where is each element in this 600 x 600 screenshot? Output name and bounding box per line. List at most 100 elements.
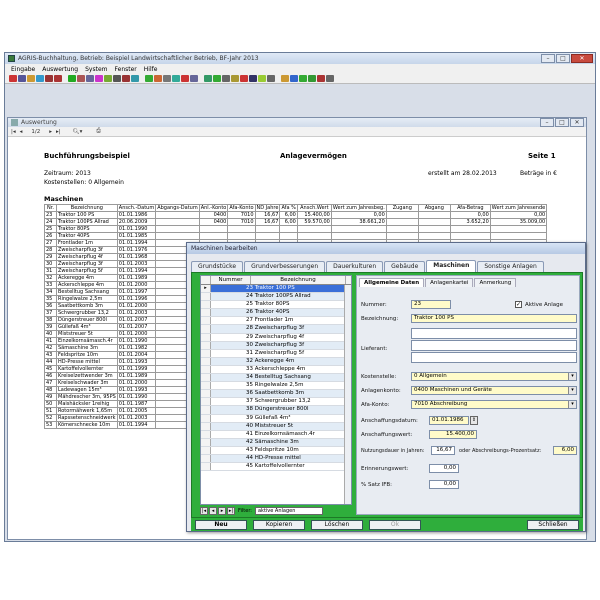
schliessen-button[interactable]: Schließen [527,519,579,530]
toolbar-button-7-icon[interactable] [68,75,76,82]
menu-system[interactable]: System [85,66,107,73]
toolbar-button-8-icon[interactable] [77,75,85,82]
list-scrollbar[interactable] [344,285,351,504]
list-item[interactable]: 36 Saatbettkomb 3m [201,390,351,399]
list-header-bezeichnung[interactable]: Bezeichnung [251,276,346,284]
toolbar-button-32-icon[interactable] [308,75,316,82]
list-item[interactable]: 25 Traktor 80PS [201,301,351,310]
toolbar-button-25-icon[interactable] [240,75,248,82]
toolbar-button-9-icon[interactable] [86,75,94,82]
afakonto-select[interactable]: 7010 Abschreibung [411,400,577,409]
list-item[interactable]: 39 Güllefaß 4m³ [201,414,351,423]
toolbar-button-10-icon[interactable] [95,75,103,82]
tab-maschinen[interactable]: Maschinen [426,260,477,272]
report-close-button[interactable]: ✕ [570,118,584,127]
print-icon[interactable]: ⎙ [96,128,100,135]
toolbar-button-21-icon[interactable] [204,75,212,82]
first-record-button[interactable]: |◂ [200,507,208,515]
last-record-button[interactable]: ▸| [227,507,235,515]
toolbar-button-24-icon[interactable] [231,75,239,82]
list-item[interactable]: 43 Feldspritze 10m [201,446,351,455]
toolbar-button-2-icon[interactable] [18,75,26,82]
toolbar-button-12-icon[interactable] [113,75,121,82]
list-item[interactable]: 30 Zweischarpflug 3f [201,341,351,350]
list-item[interactable]: 34 Bestelltug Sachsang [201,374,351,383]
toolbar-button-1-icon[interactable] [9,75,17,82]
tab-grundstcke[interactable]: Grundstücke [191,261,244,272]
list-item[interactable]: 45 Kartoffelvollernter [201,463,351,472]
toolbar-button-15-icon[interactable] [145,75,153,82]
zoom-icon[interactable]: 🔍︎▾ [73,129,83,135]
report-maximize-button[interactable]: □ [555,118,569,127]
toolbar-button-27-icon[interactable] [258,75,266,82]
list-item[interactable]: 32 Ackeregge 4m [201,357,351,366]
menu-auswertung[interactable]: Auswertung [42,66,78,73]
menu-eingabe[interactable]: Eingabe [11,66,35,73]
toolbar-button-6-icon[interactable] [54,75,62,82]
prozentsatz-field[interactable]: 6,00 [553,446,577,455]
toolbar-button-34-icon[interactable] [326,75,334,82]
kopieren-button[interactable]: Kopieren [253,519,305,530]
list-item[interactable]: 38 Düngerstreuer 800l [201,406,351,415]
list-item[interactable]: 41 Einzelkornsämasch.4r [201,430,351,439]
toolbar-button-18-icon[interactable] [172,75,180,82]
toolbar-button-11-icon[interactable] [104,75,112,82]
filter-select[interactable]: aktive Anlagen [254,507,323,515]
toolbar-button-19-icon[interactable] [181,75,189,82]
list-item[interactable]: 24 Traktor 100PS Allrad [201,293,351,302]
list-item[interactable]: 42 Sämaschine 3m [201,438,351,447]
toolbar-button-30-icon[interactable] [290,75,298,82]
toolbar-button-23-icon[interactable] [222,75,230,82]
next-page-icon[interactable]: ▸ [49,129,52,135]
erinnerungswert-field[interactable]: 0,00 [429,464,459,473]
ok-button[interactable]: Ok [369,519,421,530]
neu-button[interactable]: Neu [195,519,247,530]
tab-gebude[interactable]: Gebäude [384,261,426,272]
subtab-allgemeine-daten[interactable]: Allgemeine Daten [359,278,425,287]
toolbar-button-28-icon[interactable] [267,75,275,82]
subtab-anlagenkartei[interactable]: Anlagenkartei [425,278,474,287]
toolbar-button-33-icon[interactable] [317,75,325,82]
list-item[interactable]: 33 Ackerschleppe 4m [201,365,351,375]
toolbar-button-14-icon[interactable] [131,75,139,82]
toolbar-button-26-icon[interactable] [249,75,257,82]
aktiv-checkbox[interactable]: ✓ [515,301,522,308]
list-item[interactable]: 35 Ringelwalze 2,5m [201,382,351,391]
anschaffungsdatum-field[interactable]: 01.01.1986 [429,416,469,425]
toolbar-button-17-icon[interactable] [163,75,171,82]
list-item[interactable]: ▸ 23 Traktor 100 PS [201,285,351,294]
prev-page-icon[interactable]: ◂ [20,129,23,135]
toolbar-button-20-icon[interactable] [190,75,198,82]
toolbar-button-4-icon[interactable] [36,75,44,82]
tab-sonstigeanlagen[interactable]: Sonstige Anlagen [477,261,544,272]
list-header-nummer[interactable]: Nummer [211,276,251,284]
list-item[interactable]: 31 Zweischarpflug 5f [201,349,351,358]
list-item[interactable]: 27 Frontlader 1m [201,317,351,326]
lieferant-field-1[interactable] [411,328,577,339]
loeschen-button[interactable]: Löschen [311,519,363,530]
anlagenkonto-select[interactable]: 0400 Maschinen und Geräte [411,386,577,395]
list-item[interactable]: 29 Zweischarpflug 4f [201,333,351,342]
toolbar-button-16-icon[interactable] [154,75,162,82]
tab-grundverbesserungen[interactable]: Grundverbesserungen [244,261,326,272]
next-record-button[interactable]: ▸ [218,507,226,515]
anschaffungswert-field[interactable]: 15.400,00 [429,430,477,439]
close-button[interactable]: ✕ [571,54,593,63]
subtab-anmerkung[interactable]: Anmerkung [474,278,517,287]
list-item[interactable]: 28 Zweischarpflug 3f [201,325,351,334]
lieferant-field-2[interactable] [411,340,577,351]
tab-dauerkulturen[interactable]: Dauerkulturen [326,261,384,272]
satz-ifb-field[interactable]: 0,00 [429,480,459,489]
bezeichnung-field[interactable]: Traktor 100 PS [411,314,577,323]
toolbar-button-13-icon[interactable] [122,75,130,82]
list-item[interactable]: 26 Traktor 40PS [201,309,351,318]
nummer-field[interactable]: 23 [411,300,451,309]
kostenstelle-select[interactable]: 0 Allgemein [411,372,577,381]
toolbar-button-31-icon[interactable] [299,75,307,82]
list-item[interactable]: 40 Miststreuer 5t [201,422,351,431]
toolbar-button-5-icon[interactable] [45,75,53,82]
toolbar-button-3-icon[interactable] [27,75,35,82]
report-minimize-button[interactable]: – [540,118,554,127]
toolbar-button-22-icon[interactable] [213,75,221,82]
menu-hilfe[interactable]: Hilfe [144,66,158,73]
